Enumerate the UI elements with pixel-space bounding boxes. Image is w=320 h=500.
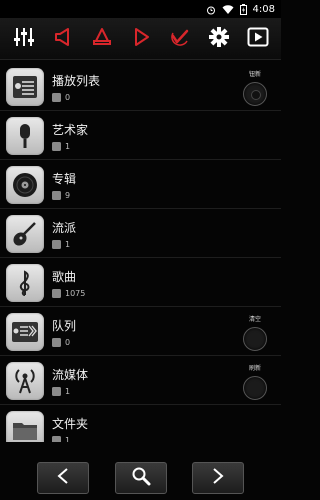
list-item-folders[interactable]: 文件夹 1 — [0, 405, 281, 442]
alert-button[interactable] — [88, 25, 116, 53]
list-item-meta: 1 — [52, 436, 70, 442]
refresh-playlists-button[interactable] — [243, 82, 267, 106]
guitar-small-icon — [52, 240, 61, 249]
volume-left-icon — [53, 27, 73, 51]
play-icon — [247, 26, 269, 52]
list-item-songs[interactable]: 歌曲 1075 — [0, 258, 281, 307]
now-playing-button[interactable] — [244, 25, 272, 53]
playlist-icon — [6, 68, 44, 106]
library-list: 播放列表 0 钮新 艺术家 1 专辑 9 流派 1 歌曲 1075 队列 0 清… — [0, 62, 281, 442]
side-action-label: 清空 — [248, 316, 261, 323]
top-toolbar — [0, 18, 281, 60]
list-item-artists[interactable]: 艺术家 1 — [0, 111, 281, 160]
list-item-count: 1075 — [65, 289, 86, 298]
list-item-count: 9 — [65, 191, 71, 200]
list-item-meta: 0 — [52, 93, 70, 102]
list-item-count: 0 — [65, 93, 71, 102]
side-action-label: 钮新 — [248, 71, 261, 78]
volume-down-button[interactable] — [49, 25, 77, 53]
list-item-streaming[interactable]: 流媒体 1 刷新 — [0, 356, 281, 405]
volume-right-icon — [131, 27, 151, 51]
list-item-count: 1 — [65, 436, 71, 442]
treble-clef-icon — [6, 264, 44, 302]
status-bar: 4:08 — [0, 0, 281, 18]
microphone-icon — [6, 117, 44, 155]
list-item-title: 专辑 — [52, 172, 77, 186]
list-item-meta: 9 — [52, 191, 70, 200]
equalizer-button[interactable] — [10, 25, 38, 53]
folder-small-icon — [52, 436, 61, 442]
volume-up-button[interactable] — [127, 25, 155, 53]
next-icon — [211, 467, 225, 489]
refresh-streams-button[interactable] — [243, 376, 267, 400]
list-item-count: 1 — [65, 240, 71, 249]
guitar-icon — [6, 215, 44, 253]
gear-icon — [208, 26, 230, 52]
list-item-count: 1 — [65, 142, 71, 151]
queue-small-icon — [52, 338, 61, 347]
note-small-icon — [52, 289, 61, 298]
broadcast-icon — [6, 362, 44, 400]
list-item-meta: 1 — [52, 142, 70, 151]
list-item-albums[interactable]: 专辑 9 — [0, 160, 281, 209]
previous-button[interactable] — [37, 462, 89, 494]
queue-icon — [6, 313, 44, 351]
alarm-icon — [206, 0, 216, 19]
check-button[interactable] — [166, 25, 194, 53]
equalizer-icon — [13, 26, 35, 52]
folder-icon — [6, 411, 44, 442]
next-button[interactable] — [192, 462, 244, 494]
list-item-title: 文件夹 — [52, 417, 89, 431]
list-item-count: 0 — [65, 338, 71, 347]
list-item-queue[interactable]: 队列 0 清空 — [0, 307, 281, 356]
search-button[interactable] — [114, 462, 167, 494]
list-item-title: 艺术家 — [52, 123, 89, 137]
list-item-meta: 1 — [52, 387, 70, 396]
clear-queue-button[interactable] — [243, 327, 267, 351]
list-item-count: 1 — [65, 387, 71, 396]
list-item-title: 流媒体 — [52, 368, 89, 382]
list-item-title: 流派 — [52, 221, 77, 235]
bell-icon — [92, 27, 112, 51]
wifi-icon — [222, 0, 234, 19]
previous-icon — [56, 467, 70, 489]
clock: 4:08 — [252, 3, 275, 15]
list-item-playlists[interactable]: 播放列表 0 钮新 — [0, 62, 281, 111]
list-item-title: 歌曲 — [52, 270, 77, 284]
microphone-small-icon — [52, 142, 61, 151]
list-item-meta: 1075 — [52, 289, 85, 298]
list-item-meta: 0 — [52, 338, 70, 347]
vinyl-disc-icon — [6, 166, 44, 204]
playlist-small-icon — [52, 93, 61, 102]
search-icon — [131, 466, 151, 490]
stream-small-icon — [52, 387, 61, 396]
list-item-title: 队列 — [52, 319, 77, 333]
list-item-title: 播放列表 — [52, 74, 101, 88]
battery-icon — [239, 0, 247, 19]
disc-small-icon — [52, 191, 61, 200]
bottom-nav — [0, 456, 281, 500]
list-item-genres[interactable]: 流派 1 — [0, 209, 281, 258]
side-action-label: 刷新 — [248, 365, 261, 372]
check-icon — [170, 27, 190, 51]
list-item-meta: 1 — [52, 240, 70, 249]
settings-button[interactable] — [205, 25, 233, 53]
